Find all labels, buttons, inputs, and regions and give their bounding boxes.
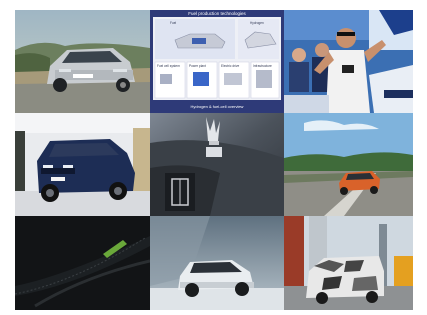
tile-dark-fabric[interactable]	[15, 216, 150, 310]
tile-celebration[interactable]	[284, 10, 413, 113]
dark-fabric-image	[15, 216, 150, 310]
diagram-caption: Hydrogen & fuel-cell overview	[190, 104, 244, 109]
celebration-image	[284, 10, 413, 113]
tile-fuel-cell-diagram[interactable]: Fuel production technologies Fuel Hydrog…	[150, 10, 284, 113]
tile-hood-ornament[interactable]	[150, 113, 284, 216]
hood-ornament-image	[150, 113, 284, 216]
white-suv-image	[150, 216, 284, 310]
diagram-label: Fuel	[170, 21, 177, 25]
image-grid: Fuel production technologies Fuel Hydrog…	[15, 10, 413, 310]
diagram-label: Power plant	[189, 64, 206, 68]
diagram-title: Fuel production technologies	[188, 11, 246, 16]
tile-orange-coupe[interactable]	[284, 113, 413, 216]
diagram-label: Fuel cell system	[157, 64, 180, 68]
diagram-label: Hydrogen	[250, 21, 264, 25]
blue-suv-image	[15, 113, 150, 216]
diagram-graphic	[150, 10, 284, 113]
diagram-label: Electric drive	[221, 64, 240, 68]
camo-van-image	[284, 216, 413, 310]
tile-silver-suv[interactable]	[15, 10, 150, 113]
tile-camo-van[interactable]	[284, 216, 413, 310]
diagram-label: Infrastructure	[253, 64, 272, 68]
silver-suv-image	[15, 10, 150, 113]
tile-blue-suv[interactable]	[15, 113, 150, 216]
orange-coupe-image	[284, 113, 413, 216]
tile-white-suv[interactable]	[150, 216, 284, 310]
